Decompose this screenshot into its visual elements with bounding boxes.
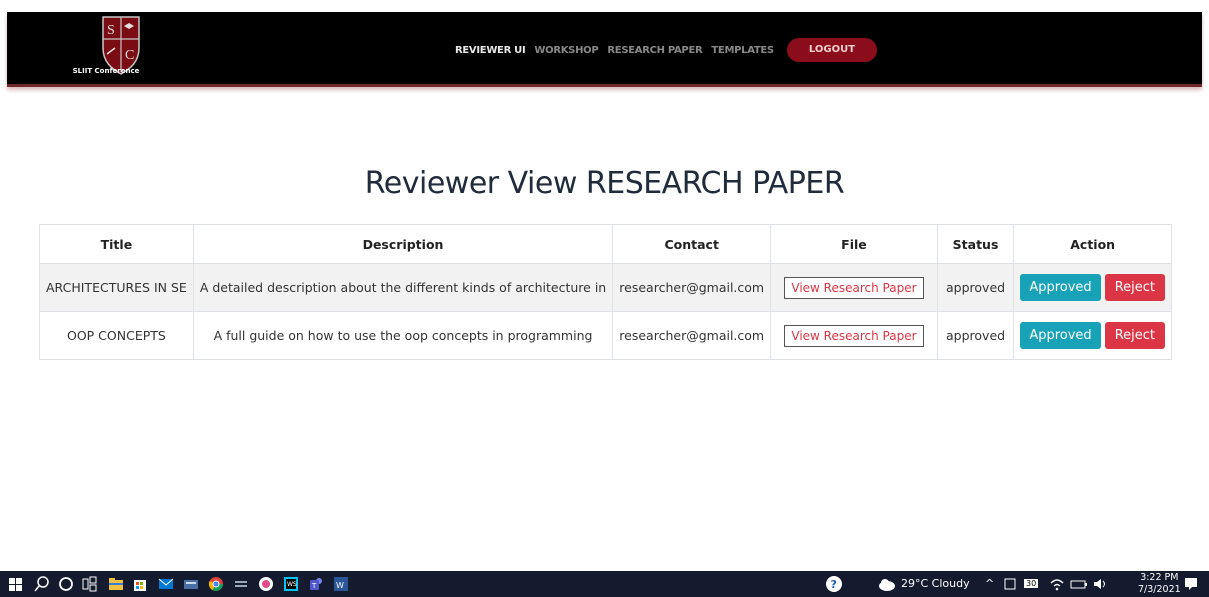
mail-icon[interactable]	[158, 575, 174, 593]
webstorm-icon[interactable]: WS	[283, 575, 299, 593]
paper-status: approved	[936, 311, 1015, 360]
svg-text:S: S	[107, 23, 115, 38]
app-icon[interactable]	[233, 575, 249, 593]
table-row: OOP CONCEPTS A full guide on how to use …	[39, 311, 1172, 360]
logout-button[interactable]: LOGOUT	[786, 38, 878, 62]
file-explorer-icon[interactable]	[108, 575, 124, 593]
paper-file-cell: View Research Paper	[770, 263, 938, 312]
svg-text:C: C	[125, 48, 134, 63]
badge-count[interactable]: 30	[1024, 579, 1039, 588]
view-research-paper-button[interactable]: View Research Paper	[784, 276, 924, 299]
meet-icon[interactable]	[1003, 575, 1017, 593]
keyboard-icon[interactable]	[183, 575, 199, 593]
clock-date: 7/3/2021	[1138, 584, 1181, 595]
paper-description: A full guide on how to use the oop conce…	[192, 311, 614, 360]
paper-description: A detailed description about the differe…	[192, 263, 614, 312]
wifi-icon[interactable]	[1049, 575, 1065, 593]
battery-icon[interactable]	[1070, 575, 1088, 593]
chevron-up-icon[interactable]: ^	[985, 577, 994, 590]
task-view-icon[interactable]	[82, 575, 98, 593]
column-header-title: Title	[39, 224, 194, 264]
page-title: Reviewer View RESEARCH PAPER	[364, 166, 845, 201]
help-icon[interactable]: ?	[825, 575, 843, 593]
reject-button[interactable]: Reject	[1104, 274, 1165, 301]
column-header-file: File	[770, 224, 938, 264]
approved-button[interactable]: Approved	[1020, 322, 1101, 349]
view-research-paper-button[interactable]: View Research Paper	[784, 324, 924, 347]
cloud-icon	[879, 579, 895, 591]
svg-text:T: T	[311, 582, 317, 590]
word-icon[interactable]: W	[333, 575, 349, 593]
svg-text:?: ?	[831, 578, 837, 591]
svg-text:WS: WS	[287, 581, 297, 588]
nav-links: REVIEWER UI WORKSHOP RESEARCH PAPER TEMP…	[455, 38, 878, 62]
paper-action-cell: Approved Reject	[1013, 311, 1172, 360]
chrome-icon[interactable]	[208, 575, 224, 593]
paper-file-cell: View Research Paper	[770, 311, 938, 360]
nav-workshop[interactable]: WORKSHOP	[534, 45, 598, 56]
nav-research-paper[interactable]: RESEARCH PAPER	[607, 45, 702, 56]
logo-text: SLIIT Conference	[72, 67, 140, 75]
paper-action-cell: Approved Reject	[1013, 263, 1172, 312]
top-navbar: S C SLIIT Conference REVIEWER UI WORKSHO…	[7, 12, 1202, 87]
paper-contact: researcher@gmail.com	[612, 263, 772, 312]
column-header-description: Description	[192, 224, 614, 264]
table-header-row: Title Description Contact File Status Ac…	[39, 224, 1172, 264]
column-header-action: Action	[1013, 224, 1172, 264]
search-icon[interactable]	[34, 575, 50, 593]
notification-icon[interactable]	[1183, 575, 1199, 593]
itunes-icon[interactable]	[258, 575, 274, 593]
paper-title: OOP CONCEPTS	[39, 311, 194, 360]
clock-time: 3:22 PM	[1140, 572, 1179, 583]
volume-icon[interactable]	[1092, 575, 1108, 593]
nav-templates[interactable]: TEMPLATES	[711, 45, 774, 56]
teams-icon[interactable]: T	[308, 575, 324, 593]
table-row: ARCHITECTURES IN SE A detailed descripti…	[39, 263, 1172, 312]
paper-contact: researcher@gmail.com	[612, 311, 772, 360]
paper-status: approved	[936, 263, 1015, 312]
windows-taskbar: WS T W ? 29°C Cloudy ^ 30 3:22 PM 7/3/20…	[0, 571, 1209, 597]
paper-title: ARCHITECTURES IN SE	[39, 263, 194, 312]
taskbar-clock[interactable]: 3:22 PM 7/3/2021	[1138, 572, 1181, 596]
column-header-contact: Contact	[612, 224, 772, 264]
weather-text[interactable]: 29°C Cloudy	[901, 577, 970, 590]
cortana-icon[interactable]	[58, 575, 74, 593]
reject-button[interactable]: Reject	[1104, 322, 1165, 349]
windows-start-icon[interactable]	[8, 575, 24, 593]
store-icon[interactable]	[132, 575, 148, 593]
nav-reviewer-ui[interactable]: REVIEWER UI	[455, 45, 526, 56]
research-paper-table: Title Description Contact File Status Ac…	[39, 224, 1172, 360]
approved-button[interactable]: Approved	[1020, 274, 1101, 301]
svg-text:W: W	[336, 581, 344, 590]
column-header-status: Status	[936, 224, 1015, 264]
